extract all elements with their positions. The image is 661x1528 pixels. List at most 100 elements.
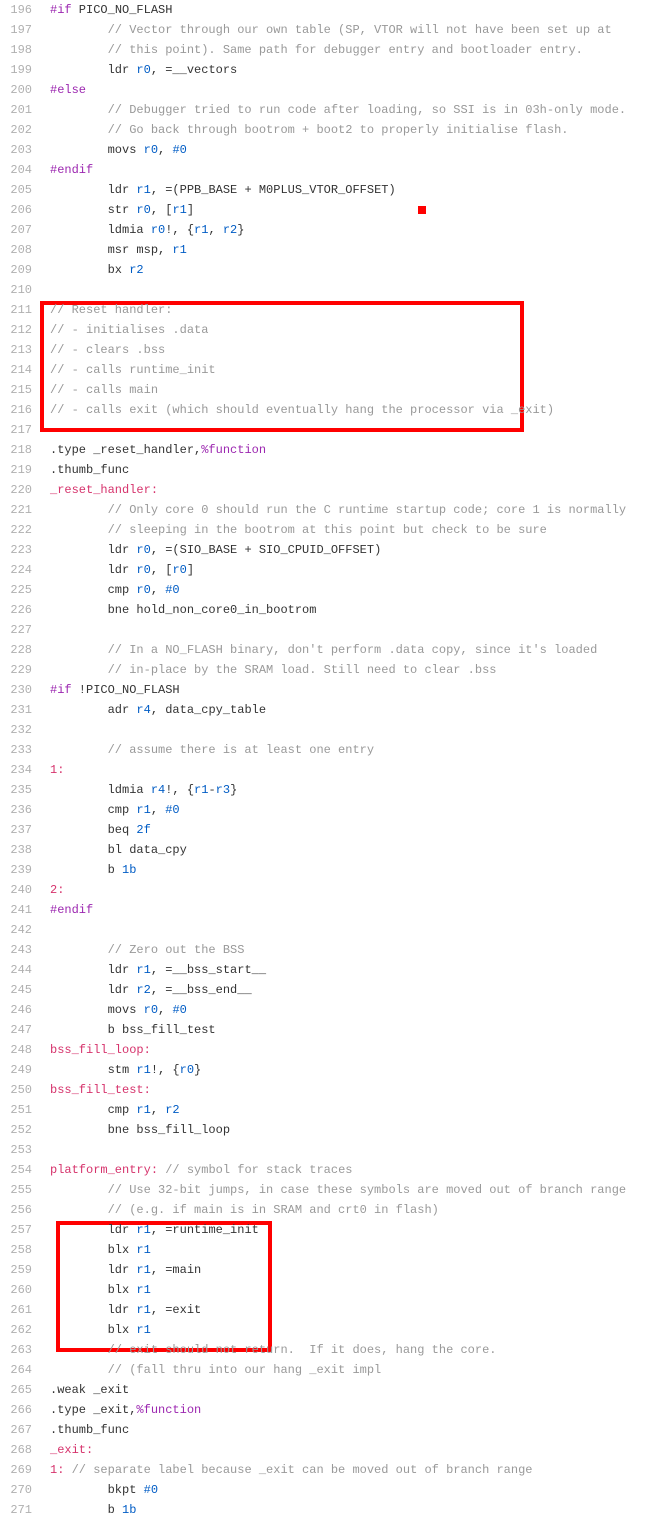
code-token: bss_fill_test: <box>50 1083 151 1097</box>
code-line: 262 blx r1 <box>0 1320 661 1340</box>
code-token: ldr <box>108 1223 137 1237</box>
code-line: 218.type _reset_handler,%function <box>0 440 661 460</box>
code-line: 264 // (fall thru into our hang _exit im… <box>0 1360 661 1380</box>
line-content: msr msp, r1 <box>40 240 187 260</box>
line-number: 221 <box>0 500 40 520</box>
code-token: , data_cpy_table <box>151 703 266 717</box>
code-line: 249 stm r1!, {r0} <box>0 1060 661 1080</box>
code-token: r1 <box>136 1223 150 1237</box>
code-line: 236 cmp r1, #0 <box>0 800 661 820</box>
line-content: blx r1 <box>40 1280 151 1300</box>
line-number: 235 <box>0 780 40 800</box>
line-content: 1: // separate label because _exit can b… <box>40 1460 532 1480</box>
code-token: , =main <box>151 1263 201 1277</box>
code-token: !, { <box>151 1063 180 1077</box>
line-content: // - clears .bss <box>40 340 165 360</box>
code-line: 247 b bss_fill_test <box>0 1020 661 1040</box>
code-line: 2402: <box>0 880 661 900</box>
line-content: _reset_handler: <box>40 480 158 500</box>
line-number: 261 <box>0 1300 40 1320</box>
code-token: blx <box>108 1323 137 1337</box>
code-token: // this point). Same path for debugger e… <box>108 43 583 57</box>
code-line: 204#endif <box>0 160 661 180</box>
code-token: r4 <box>136 703 150 717</box>
code-line: 242 <box>0 920 661 940</box>
line-content: // - calls main <box>40 380 158 400</box>
code-token: // In a NO_FLASH binary, don't perform .… <box>108 643 598 657</box>
line-content: bss_fill_test: <box>40 1080 151 1100</box>
line-content: blx r1 <box>40 1320 151 1340</box>
code-token: r1 <box>136 1103 150 1117</box>
code-token: str <box>108 203 137 217</box>
code-token: bkpt <box>108 1483 144 1497</box>
code-token: r0 <box>151 223 165 237</box>
line-number: 245 <box>0 980 40 1000</box>
line-number: 242 <box>0 920 40 940</box>
code-token: r2 <box>165 1103 179 1117</box>
line-content: bss_fill_loop: <box>40 1040 151 1060</box>
code-token: bss_fill_loop: <box>50 1043 151 1057</box>
code-line: 213// - clears .bss <box>0 340 661 360</box>
code-token: , <box>151 583 165 597</box>
code-line: 251 cmp r1, r2 <box>0 1100 661 1120</box>
code-token: ldr <box>108 1263 137 1277</box>
code-line: 207 ldmia r0!, {r1, r2} <box>0 220 661 240</box>
line-number: 255 <box>0 1180 40 1200</box>
code-token: r1 <box>136 1263 150 1277</box>
code-line: 210 <box>0 280 661 300</box>
line-content: #if PICO_NO_FLASH <box>40 0 172 20</box>
code-line: 214// - calls runtime_init <box>0 360 661 380</box>
code-token: bx <box>108 263 130 277</box>
code-token: // sleeping in the bootrom at this point… <box>108 523 547 537</box>
code-token: r1 <box>172 203 186 217</box>
code-token: - <box>208 783 215 797</box>
line-content: movs r0, #0 <box>40 1000 187 1020</box>
code-line: 255 // Use 32-bit jumps, in case these s… <box>0 1180 661 1200</box>
line-number: 240 <box>0 880 40 900</box>
line-content: ldr r1, =(PPB_BASE + M0PLUS_VTOR_OFFSET) <box>40 180 396 200</box>
code-token: movs <box>108 1003 144 1017</box>
code-token: ldr <box>108 183 137 197</box>
line-number: 205 <box>0 180 40 200</box>
code-line: 220_reset_handler: <box>0 480 661 500</box>
line-number: 210 <box>0 280 40 300</box>
line-number: 225 <box>0 580 40 600</box>
line-number: 206 <box>0 200 40 220</box>
code-line: 235 ldmia r4!, {r1-r3} <box>0 780 661 800</box>
code-token: , <box>208 223 222 237</box>
code-token: , <box>151 803 165 817</box>
line-number: 228 <box>0 640 40 660</box>
code-token: r0 <box>136 543 150 557</box>
line-number: 256 <box>0 1200 40 1220</box>
code-token: #endif <box>50 903 93 917</box>
code-token: PICO_NO_FLASH <box>72 3 173 17</box>
line-number: 229 <box>0 660 40 680</box>
code-token: // Debugger tried to run code after load… <box>108 103 626 117</box>
code-line: 227 <box>0 620 661 640</box>
code-line: 2341: <box>0 760 661 780</box>
code-token: } <box>237 223 244 237</box>
line-content: // - initialises .data <box>40 320 208 340</box>
line-number: 214 <box>0 360 40 380</box>
code-line: 271 b 1b <box>0 1500 661 1520</box>
line-content: ldr r0, [r0] <box>40 560 194 580</box>
code-token: #0 <box>172 143 186 157</box>
code-token: movs <box>108 143 144 157</box>
code-token: bne hold_non_core0_in_bootrom <box>108 603 317 617</box>
line-content: adr r4, data_cpy_table <box>40 700 266 720</box>
code-line: 208 msr msp, r1 <box>0 240 661 260</box>
line-number: 264 <box>0 1360 40 1380</box>
code-token: ldmia <box>108 223 151 237</box>
code-line: 232 <box>0 720 661 740</box>
code-token: , =runtime_init <box>151 1223 259 1237</box>
line-number: 208 <box>0 240 40 260</box>
code-token: ldmia <box>108 783 151 797</box>
line-number: 267 <box>0 1420 40 1440</box>
code-line: 217 <box>0 420 661 440</box>
code-line: 253 <box>0 1140 661 1160</box>
line-number: 200 <box>0 80 40 100</box>
code-token: r2 <box>223 223 237 237</box>
code-token: // Only core 0 should run the C runtime … <box>108 503 626 517</box>
code-token: r4 <box>151 783 165 797</box>
code-token: platform_entry: <box>50 1163 158 1177</box>
